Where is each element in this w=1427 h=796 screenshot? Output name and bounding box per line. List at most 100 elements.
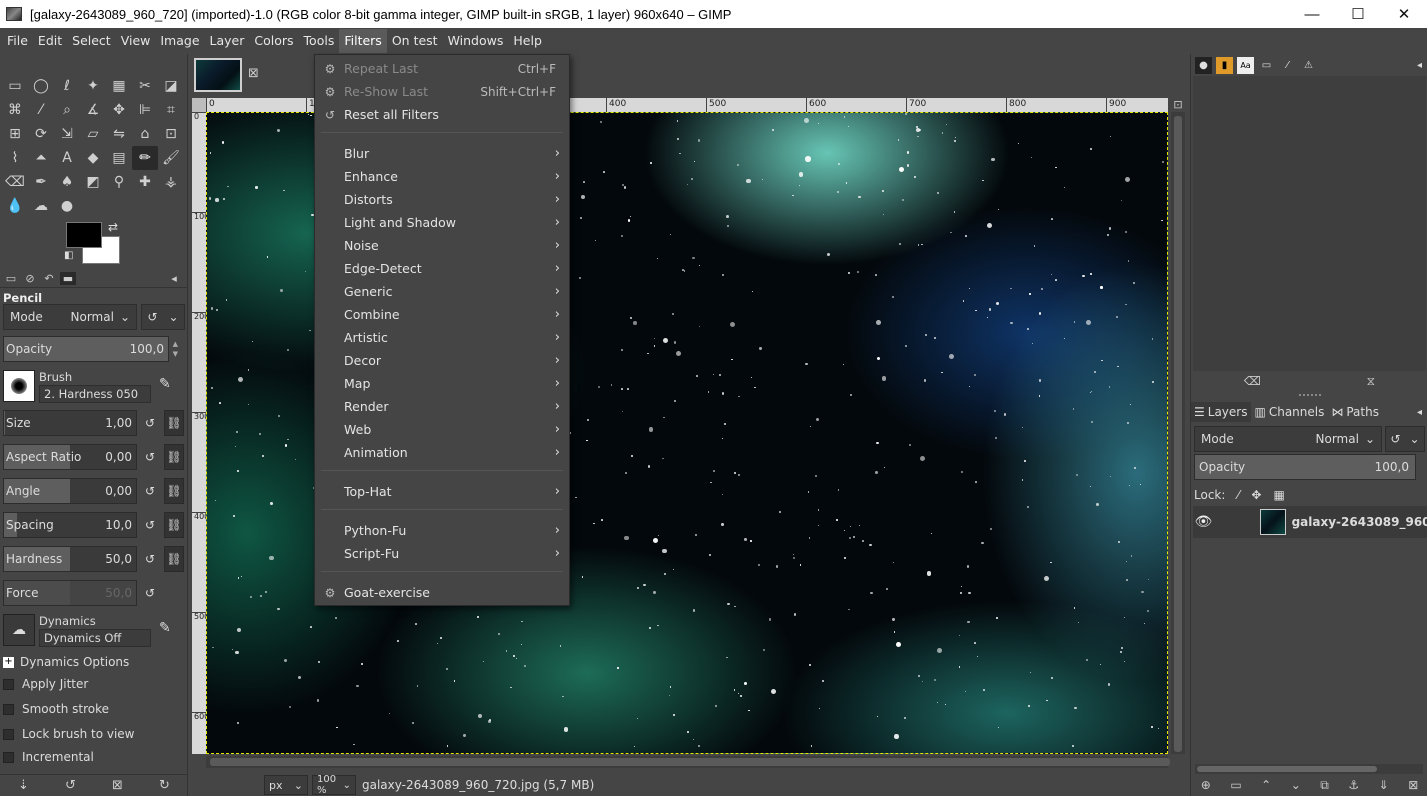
free-select-icon[interactable]: ℓ xyxy=(54,74,80,98)
force-slider[interactable]: Force 50,0 xyxy=(3,580,137,606)
layers-horizontal-scrollbar[interactable] xyxy=(1195,764,1423,774)
brush-preview[interactable] xyxy=(3,370,35,402)
anchor-layer-icon[interactable]: ⚓ xyxy=(1348,778,1359,796)
pencil-icon[interactable]: ✏ xyxy=(132,146,158,170)
default-colors-icon[interactable]: ◧ xyxy=(64,250,73,261)
dynamics-preview[interactable]: ☁ xyxy=(3,614,35,646)
mypaint-brush-icon[interactable]: ◩ xyxy=(80,170,106,194)
reset-icon[interactable]: ↺ xyxy=(140,444,160,470)
lock-alpha-icon[interactable]: ▦ xyxy=(1273,488,1284,502)
menu-select[interactable]: Select xyxy=(67,29,116,53)
link-icon[interactable]: ⛓ xyxy=(164,546,184,572)
tab-channels[interactable]: ▥ Channels xyxy=(1251,402,1328,422)
menu-item-generic[interactable]: Generic › xyxy=(316,280,568,303)
scrollbar-thumb[interactable] xyxy=(210,758,1170,766)
link-icon[interactable]: ⛓ xyxy=(164,410,184,436)
save-options-icon[interactable]: ⇣ xyxy=(18,778,29,793)
reset-options-icon[interactable]: ↻ xyxy=(159,778,170,793)
visibility-eye-icon[interactable]: 👁 xyxy=(1193,514,1214,530)
menu-item-animation[interactable]: Animation › xyxy=(316,441,568,464)
menu-view[interactable]: View xyxy=(116,29,156,53)
configure-tab-icon[interactable]: ◂ xyxy=(1417,57,1422,74)
menu-item-light-and-shadow[interactable]: Light and Shadow › xyxy=(316,211,568,234)
layer-mode-reset-button[interactable]: ↺ ⌄ xyxy=(1385,426,1425,452)
blur-sharpen-icon[interactable]: 💧 xyxy=(2,194,28,218)
configure-tab-icon[interactable]: ◂ xyxy=(1417,407,1422,418)
paths-icon[interactable]: ⌘ xyxy=(2,98,28,122)
warp-icon[interactable]: ⌇ xyxy=(2,146,28,170)
lower-layer-icon[interactable]: ⌄ xyxy=(1291,778,1301,796)
menu-item-render[interactable]: Render › xyxy=(316,395,568,418)
zoom-image-icon[interactable]: ⊡ xyxy=(1170,98,1186,112)
shear-icon[interactable]: ▱ xyxy=(80,122,106,146)
menu-item-combine[interactable]: Combine › xyxy=(316,303,568,326)
menu-item-noise[interactable]: Noise › xyxy=(316,234,568,257)
reset-icon[interactable]: ↺ xyxy=(140,478,160,504)
unit-select[interactable]: px ⌄ xyxy=(264,775,308,795)
mode-select[interactable]: Mode Normal ⌄ xyxy=(3,304,137,330)
menu-item-edge-detect[interactable]: Edge-Detect › xyxy=(316,257,568,280)
layer-mode-select[interactable]: Mode Normal ⌄ xyxy=(1194,426,1382,452)
cage-icon[interactable]: ⊡ xyxy=(158,122,184,146)
tool-options-tab-icon[interactable]: ▭ xyxy=(3,272,19,285)
heal-icon[interactable]: ✚ xyxy=(132,170,158,194)
menu-item-enhance[interactable]: Enhance › xyxy=(316,165,568,188)
smudge-icon[interactable]: ☁ xyxy=(28,194,54,218)
tab-paths[interactable]: ⋈ Paths xyxy=(1328,402,1383,422)
flip-icon[interactable]: ⇋ xyxy=(106,122,132,146)
patterns-tab-icon[interactable]: ▮ xyxy=(1216,56,1233,74)
new-layer-icon[interactable]: ⊕ xyxy=(1201,778,1211,796)
perspective-icon[interactable]: ⌂ xyxy=(132,122,158,146)
edit-brush-icon[interactable]: ✎ xyxy=(159,376,171,392)
delete-options-icon[interactable]: ⊠ xyxy=(112,778,123,793)
paint-dynamics-tab-icon[interactable]: ⁄ xyxy=(1279,57,1296,74)
menu-windows[interactable]: Windows xyxy=(443,29,509,53)
image-tab-thumbnail[interactable] xyxy=(194,58,242,92)
menu-filters[interactable]: Filters xyxy=(339,29,387,53)
incremental-checkbox[interactable]: Incremental xyxy=(3,747,94,767)
menu-file[interactable]: File xyxy=(2,29,33,53)
menu-help[interactable]: Help xyxy=(508,29,547,53)
new-layer-group-icon[interactable]: ▭ xyxy=(1230,778,1241,796)
merge-layer-icon[interactable]: ⇓ xyxy=(1379,778,1389,796)
smooth-stroke-checkbox[interactable]: Smooth stroke xyxy=(3,699,109,719)
clear-icon[interactable]: ⌫ xyxy=(1244,374,1261,392)
menu-item-goat-exercise[interactable]: ⚙ Goat-exercise xyxy=(316,581,568,604)
handle-transform-icon[interactable]: ⏶ xyxy=(28,146,54,170)
layer-opacity-slider[interactable]: Opacity 100,0 xyxy=(1194,454,1416,480)
lock-pixels-icon[interactable]: ⁄ xyxy=(1237,488,1239,502)
duplicate-layer-icon[interactable]: ⧉ xyxy=(1320,778,1329,796)
apply-jitter-checkbox[interactable]: Apply Jitter xyxy=(3,674,88,694)
warning-icon[interactable]: ⚠ xyxy=(1300,57,1317,74)
perspective-clone-icon[interactable]: ⚶ xyxy=(158,170,184,194)
foreground-select-icon[interactable]: ◪ xyxy=(158,74,184,98)
tab-layers[interactable]: ☰ Layers xyxy=(1191,402,1252,422)
menu-item-blur[interactable]: Blur › xyxy=(316,142,568,165)
eraser-icon[interactable]: ⌫ xyxy=(2,170,28,194)
images-tab-icon[interactable]: ▬ xyxy=(60,272,76,285)
size-slider[interactable]: Size 1,00 xyxy=(3,410,137,436)
vertical-scrollbar[interactable] xyxy=(1171,112,1185,754)
opacity-slider[interactable]: Opacity 100,0 ▲ ▼ xyxy=(3,336,178,362)
layer-name[interactable]: galaxy-2643089_960_720.jpg xyxy=(1292,515,1427,529)
fuzzy-select-icon[interactable]: ✦ xyxy=(80,74,106,98)
undo-history-tab-icon[interactable]: ↶ xyxy=(41,272,57,285)
aspect-ratio-slider[interactable]: Aspect Ratio 0,00 xyxy=(3,444,137,470)
menu-colors[interactable]: Colors xyxy=(249,29,298,53)
rect-select-icon[interactable]: ▭ xyxy=(2,74,28,98)
close-window-button[interactable]: ✕ xyxy=(1381,0,1427,28)
device-status-tab-icon[interactable]: ⊘ xyxy=(22,272,38,285)
measure-icon[interactable]: ∡ xyxy=(80,98,106,122)
spin-arrows-icon[interactable]: ▲ ▼ xyxy=(173,339,178,359)
link-icon[interactable]: ⛓ xyxy=(164,512,184,538)
menu-item-reshow-last[interactable]: ⚙ Re-Show Last Shift+Ctrl+F xyxy=(316,80,568,103)
link-icon[interactable]: ⛓ xyxy=(164,444,184,470)
menu-item-top-hat[interactable]: Top-Hat › xyxy=(316,480,568,503)
maximize-button[interactable]: ☐ xyxy=(1335,0,1381,28)
text-icon[interactable]: A xyxy=(54,146,80,170)
menu-layer[interactable]: Layer xyxy=(205,29,250,53)
mode-reset-button[interactable]: ↺ ⌄ xyxy=(141,304,185,330)
spacing-slider[interactable]: Spacing 10,0 xyxy=(3,512,137,538)
menu-item-distorts[interactable]: Distorts › xyxy=(316,188,568,211)
zoom-select[interactable]: 100 % ⌄ xyxy=(312,774,356,796)
